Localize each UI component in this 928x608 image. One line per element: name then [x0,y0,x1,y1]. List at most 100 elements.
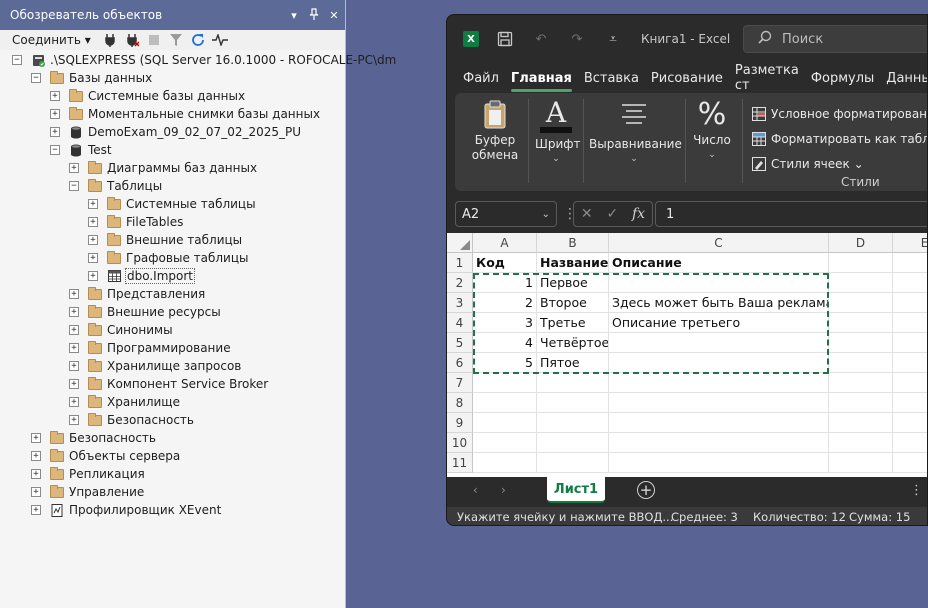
collapse-icon[interactable]: − [69,181,79,191]
tree-node-service-broker[interactable]: + Компонент Service Broker [69,375,268,393]
cell-d4[interactable] [829,313,893,333]
tree-node-server[interactable]: − .\SQLEXPRESS (SQL Server 16.0.1000 - R… [12,51,396,69]
column-header-e[interactable]: E [893,233,927,253]
cell-b9[interactable] [537,413,609,433]
cell-d2[interactable] [829,273,893,293]
row-header-11[interactable]: 11 [447,453,473,473]
tree-node-external-tables[interactable]: + Внешние таблицы [88,231,242,249]
close-icon[interactable]: ✕ [325,9,343,22]
next-sheet-icon[interactable]: › [501,483,506,497]
expand-icon[interactable]: + [88,271,98,281]
expand-icon[interactable]: + [50,109,60,119]
save-icon[interactable] [497,31,513,47]
expand-icon[interactable]: + [69,307,79,317]
cell-c1[interactable]: Описание [609,253,829,273]
insert-function-icon[interactable]: fx [632,206,645,222]
cell-d7[interactable] [829,373,893,393]
tree-node-programmability[interactable]: + Программирование [69,339,231,357]
redo-icon[interactable]: ↷ [569,31,585,47]
cell-b11[interactable] [537,453,609,473]
cell-a9[interactable] [473,413,537,433]
expand-icon[interactable]: + [31,451,41,461]
tree-node-security[interactable]: + Безопасность [31,429,156,447]
column-header-c[interactable]: C [609,233,829,253]
row-header-3[interactable]: 3 [447,293,473,313]
cell-d8[interactable] [829,393,893,413]
disconnect-plug-icon[interactable] [121,32,143,48]
tree-node-databases[interactable]: − Базы данных [31,69,152,87]
tree-node-system-databases[interactable]: + Системные базы данных [50,87,245,105]
tree-node-system-tables[interactable]: + Системные таблицы [88,195,256,213]
row-header-2[interactable]: 2 [447,273,473,293]
cell-e11[interactable] [893,453,927,473]
cell-c5[interactable] [609,333,829,353]
activity-monitor-icon[interactable] [209,32,231,48]
connect-plug-icon[interactable] [99,32,121,48]
cell-e10[interactable] [893,433,927,453]
tree-node-query-store[interactable]: + Хранилище запросов [69,357,241,375]
tab-file[interactable]: Файл [463,67,499,90]
number-button[interactable]: % Число ⌄ [689,99,735,163]
tab-home[interactable]: Главная [510,67,572,92]
tree-node-replication[interactable]: + Репликация [31,465,145,483]
cell-d5[interactable] [829,333,893,353]
alignment-button[interactable]: Выравнивание ⌄ [589,99,682,167]
undo-icon[interactable]: ↶ [533,31,549,47]
cell-c2[interactable] [609,273,829,293]
cell-b3[interactable]: Второе [537,293,609,313]
row-header-9[interactable]: 9 [447,413,473,433]
enter-check-icon[interactable]: ✓ [606,206,618,222]
tab-draw[interactable]: Рисование [651,67,723,90]
cell-e6[interactable] [893,353,927,373]
expand-icon[interactable]: + [69,361,79,371]
cell-a6[interactable]: 5 [473,353,537,373]
tab-page-layout[interactable]: Разметка ст [735,59,799,97]
expand-icon[interactable]: + [88,217,98,227]
expand-icon[interactable]: + [88,253,98,263]
cell-a11[interactable] [473,453,537,473]
expand-icon[interactable]: + [50,127,60,137]
cancel-icon[interactable]: ✕ [581,206,593,222]
cell-a4[interactable]: 3 [473,313,537,333]
tab-insert[interactable]: Вставка [584,67,639,90]
row-header-1[interactable]: 1 [447,253,473,273]
cell-a8[interactable] [473,393,537,413]
expand-icon[interactable]: + [69,379,79,389]
collapse-icon[interactable]: − [12,55,22,65]
expand-icon[interactable]: + [31,469,41,479]
cell-e3[interactable] [893,293,927,313]
cell-e4[interactable] [893,313,927,333]
expand-icon[interactable]: + [31,433,41,443]
expand-icon[interactable]: + [69,289,79,299]
cell-c10[interactable] [609,433,829,453]
prev-sheet-icon[interactable]: ‹ [473,483,478,497]
tree-node-test-db[interactable]: − Test [50,141,112,159]
cell-c11[interactable] [609,453,829,473]
cell-d1[interactable] [829,253,893,273]
column-header-a[interactable]: A [473,233,537,253]
search-box[interactable]: Поиск [743,25,927,53]
cell-d9[interactable] [829,413,893,433]
cell-d11[interactable] [829,453,893,473]
cell-c6[interactable] [609,353,829,373]
customize-toolbar-icon[interactable]: ⩡ [605,31,621,47]
refresh-icon[interactable] [187,32,209,48]
connect-button[interactable]: Соединить ▾ [12,33,91,47]
tree-node-database-diagrams[interactable]: + Диаграммы баз данных [69,159,257,177]
expand-icon[interactable]: + [69,325,79,335]
cell-a7[interactable] [473,373,537,393]
cell-a10[interactable] [473,433,537,453]
tree-node-views[interactable]: + Представления [69,285,205,303]
formula-input[interactable]: 1 [655,201,927,227]
window-position-dropdown-icon[interactable]: ▾ [285,9,303,22]
tree-node-graph-tables[interactable]: + Графовые таблицы [88,249,249,267]
cell-c7[interactable] [609,373,829,393]
cell-e2[interactable] [893,273,927,293]
expand-icon[interactable]: + [31,487,41,497]
tree-node-server-objects[interactable]: + Объекты сервера [31,447,180,465]
format-as-table-button[interactable]: Форматировать как таблицу [752,126,927,151]
expand-icon[interactable]: + [69,415,79,425]
row-header-5[interactable]: 5 [447,333,473,353]
column-header-b[interactable]: B [537,233,609,253]
row-header-4[interactable]: 4 [447,313,473,333]
